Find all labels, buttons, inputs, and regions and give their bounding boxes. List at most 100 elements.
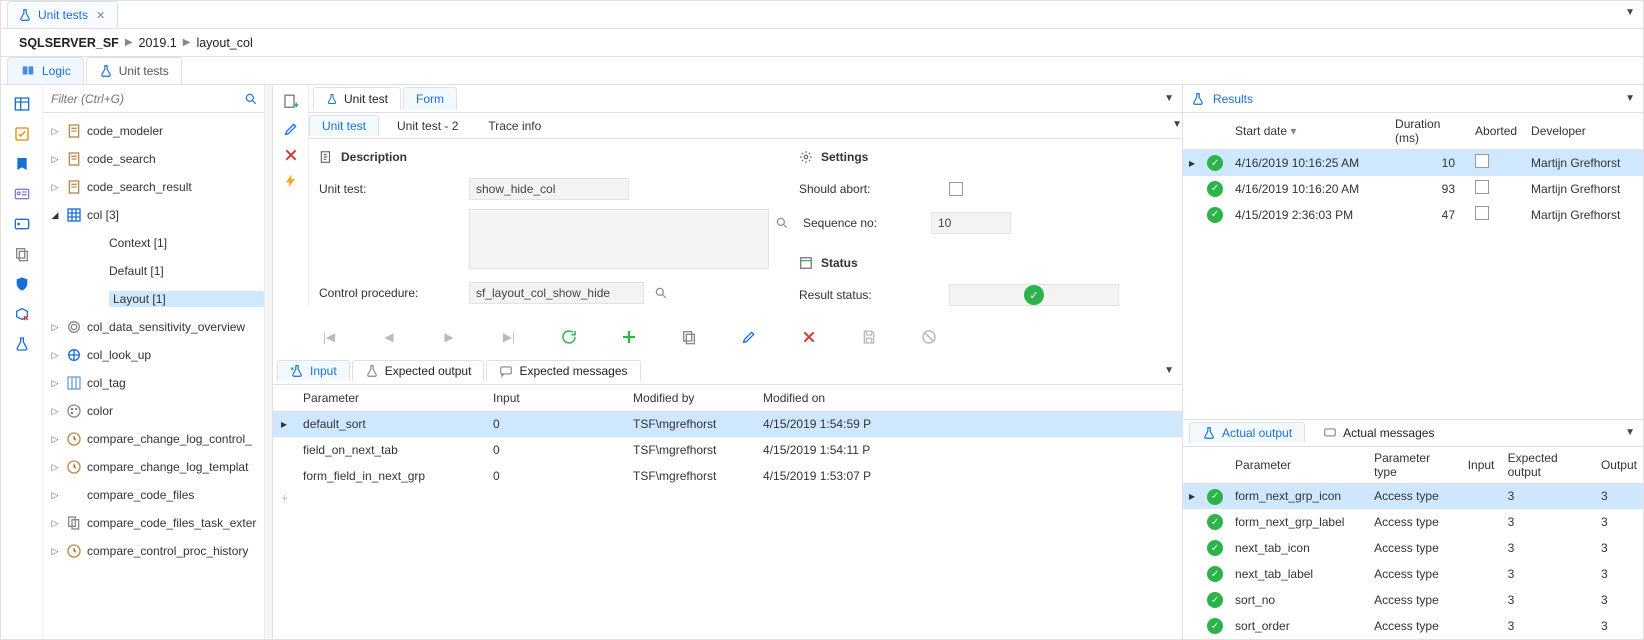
shield-icon[interactable] <box>11 275 33 293</box>
search-input[interactable] <box>49 91 244 107</box>
sidebar-filter[interactable] <box>43 85 264 113</box>
subtab-unit-test-2[interactable]: Unit test - 2 <box>385 116 470 136</box>
twisty-icon[interactable]: ▷ <box>49 350 61 361</box>
new-icon[interactable] <box>282 93 300 111</box>
col-parameter[interactable]: Parameter <box>295 385 485 411</box>
aborted-checkbox[interactable] <box>1475 206 1489 220</box>
aborted-checkbox[interactable] <box>1475 180 1489 194</box>
table-row[interactable]: ✓next_tab_labelAccess type33 <box>1183 561 1643 587</box>
sidebar-item[interactable]: ▷code_search <box>43 145 264 173</box>
sidebar-item[interactable]: ▷col_data_sensitivity_overview <box>43 313 264 341</box>
refresh-icon[interactable] <box>559 327 579 347</box>
cancel-icon[interactable] <box>919 327 939 347</box>
search-icon[interactable] <box>775 216 789 230</box>
breadcrumb-root[interactable]: SQLSERVER_SF <box>19 36 119 50</box>
sidebar-item[interactable]: ▷color <box>43 397 264 425</box>
twisty-icon[interactable]: ▷ <box>49 434 61 445</box>
sidebar-item[interactable]: Default [1] <box>43 257 264 285</box>
add-icon[interactable] <box>619 327 639 347</box>
twisty-icon[interactable]: ▷ <box>49 322 61 333</box>
cube-remove-icon[interactable] <box>11 305 33 323</box>
sidebar-item[interactable]: ▷compare_control_proc_history <box>43 537 264 565</box>
table-row[interactable]: ▸✓form_next_grp_iconAccess type33 <box>1183 483 1643 509</box>
table-row[interactable]: form_field_in_next_grp0TSF\mgrefhorst4/1… <box>273 463 1182 489</box>
twisty-icon[interactable]: ▷ <box>49 154 61 165</box>
tab-logic[interactable]: Logic <box>7 57 84 84</box>
search-icon[interactable] <box>654 286 668 300</box>
twisty-icon[interactable]: ▷ <box>49 182 61 193</box>
table-row[interactable]: ✓sort_noAccess type33 <box>1183 587 1643 613</box>
window-tab-unit-tests[interactable]: Unit tests ✕ <box>7 1 118 28</box>
subtab-trace-info[interactable]: Trace info <box>476 116 553 136</box>
table-row[interactable]: ✓4/15/2019 2:36:03 PM47Martijn Grefhorst <box>1183 202 1643 228</box>
tab-unit-tests[interactable]: Unit tests <box>86 57 182 84</box>
table-row[interactable]: ▸default_sort0TSF\mgrefhorst4/15/2019 1:… <box>273 411 1182 437</box>
chevron-down-icon[interactable]: ▼ <box>1625 93 1635 104</box>
sidebar-item[interactable]: Context [1] <box>43 229 264 257</box>
sequence-no-field[interactable]: 10 <box>931 212 1011 234</box>
col-start-date[interactable]: Start date ▾ <box>1229 113 1389 150</box>
first-icon[interactable]: |◀ <box>319 327 339 347</box>
twisty-icon[interactable]: ▷ <box>49 126 61 137</box>
sidebar-item[interactable]: ▷code_search_result <box>43 173 264 201</box>
delete-icon[interactable] <box>283 147 299 163</box>
tab-overflow-icon[interactable]: ▼ <box>1625 7 1635 18</box>
card-icon[interactable] <box>11 215 33 233</box>
tab-form[interactable]: Form <box>403 87 457 110</box>
tab-input[interactable]: Input <box>277 360 350 381</box>
col-parameter-type[interactable]: Parameter type <box>1368 447 1462 484</box>
sidebar-item[interactable]: ▷compare_code_files_task_exter <box>43 509 264 537</box>
sidebar-item[interactable]: ▷col_tag <box>43 369 264 397</box>
tab-actual-output[interactable]: Actual output <box>1189 422 1305 443</box>
col-input[interactable]: Input <box>1462 447 1502 484</box>
twisty-icon[interactable]: ▷ <box>49 546 61 557</box>
run-icon[interactable] <box>283 173 299 189</box>
sidebar-item[interactable]: ▷compare_code_files <box>43 481 264 509</box>
chevron-down-icon[interactable]: ▼ <box>1172 119 1182 130</box>
edit-icon[interactable] <box>739 327 759 347</box>
search-icon[interactable] <box>244 92 258 106</box>
col-parameter[interactable]: Parameter <box>1229 447 1368 484</box>
col-modified-on[interactable]: Modified on <box>755 385 1182 411</box>
twisty-icon[interactable]: ▷ <box>49 490 61 501</box>
sidebar-item[interactable]: Layout [1] <box>43 285 264 313</box>
tab-expected-messages[interactable]: Expected messages <box>486 360 640 381</box>
sidebar-item[interactable]: ▷col_look_up <box>43 341 264 369</box>
sidebar-item[interactable]: ◢col [3] <box>43 201 264 229</box>
twisty-icon[interactable]: ▷ <box>49 406 61 417</box>
sidebar-item[interactable]: ▷code_modeler <box>43 117 264 145</box>
twisty-icon[interactable]: ▷ <box>49 518 61 529</box>
delete-icon[interactable] <box>799 327 819 347</box>
col-duration[interactable]: Duration (ms) <box>1389 113 1469 150</box>
copy-icon[interactable] <box>11 245 33 263</box>
id-card-icon[interactable] <box>11 185 33 203</box>
save-icon[interactable] <box>859 327 879 347</box>
col-modified-by[interactable]: Modified by <box>625 385 755 411</box>
scrollbar[interactable] <box>264 85 272 639</box>
sidebar-item[interactable]: ▷compare_change_log_templat <box>43 453 264 481</box>
sidebar-item[interactable]: ▷compare_change_log_control_ <box>43 425 264 453</box>
next-icon[interactable]: ▶ <box>439 327 459 347</box>
control-procedure-field[interactable]: sf_layout_col_show_hide <box>469 282 644 304</box>
tab-expected-output[interactable]: Expected output <box>352 360 485 381</box>
close-icon[interactable]: ✕ <box>94 9 107 22</box>
table-row[interactable]: ✓4/16/2019 10:16:20 AM93Martijn Grefhors… <box>1183 176 1643 202</box>
description-textarea[interactable] <box>469 209 769 269</box>
table-row[interactable]: ✓sort_orderAccess type33 <box>1183 613 1643 639</box>
chevron-down-icon[interactable]: ▼ <box>1625 427 1635 438</box>
edit-icon[interactable] <box>283 121 299 137</box>
col-developer[interactable]: Developer <box>1525 113 1643 150</box>
table-row[interactable]: ✓form_next_grp_labelAccess type33 <box>1183 509 1643 535</box>
twisty-icon[interactable]: ◢ <box>49 210 61 221</box>
col-aborted[interactable]: Aborted <box>1469 113 1525 150</box>
should-abort-checkbox[interactable] <box>949 182 963 196</box>
breadcrumb-version[interactable]: 2019.1 <box>139 36 177 50</box>
table-row[interactable]: ✓next_tab_iconAccess type33 <box>1183 535 1643 561</box>
tab-unit-test[interactable]: Unit test <box>313 87 401 110</box>
twisty-icon[interactable]: ▷ <box>49 378 61 389</box>
check-icon[interactable] <box>11 125 33 143</box>
unit-test-field[interactable]: show_hide_col <box>469 178 629 200</box>
col-expected[interactable]: Expected output <box>1502 447 1595 484</box>
add-row-button[interactable]: + <box>273 489 1182 507</box>
aborted-checkbox[interactable] <box>1475 154 1489 168</box>
